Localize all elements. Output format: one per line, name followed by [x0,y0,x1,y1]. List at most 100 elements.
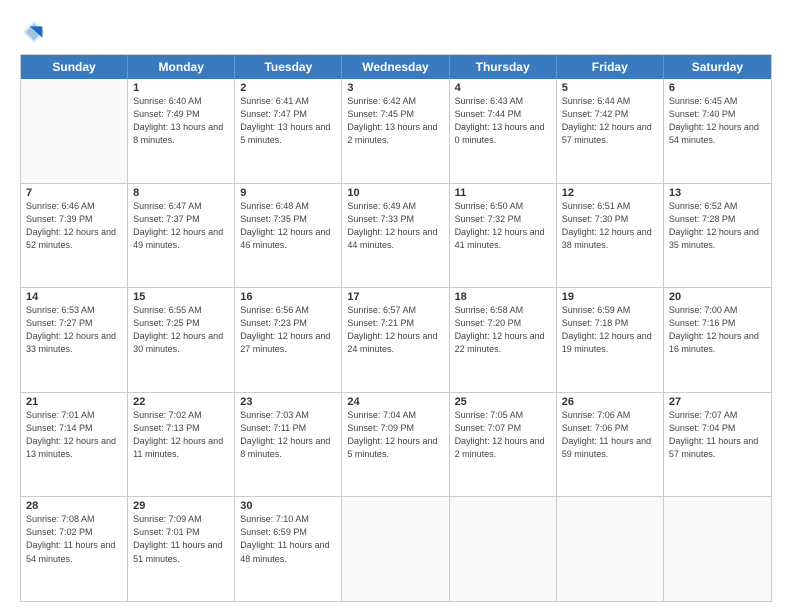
day-number: 19 [562,291,658,303]
day-number: 27 [669,396,766,408]
sun-info: Sunrise: 6:51 AMSunset: 7:30 PMDaylight:… [562,200,658,252]
day-number: 1 [133,82,229,94]
calendar-day-empty [21,79,128,183]
day-number: 9 [240,187,336,199]
calendar-day-empty [557,497,664,601]
day-number: 20 [669,291,766,303]
sun-info: Sunrise: 6:41 AMSunset: 7:47 PMDaylight:… [240,95,336,147]
day-number: 14 [26,291,122,303]
calendar-day-27: 27Sunrise: 7:07 AMSunset: 7:04 PMDayligh… [664,393,771,497]
day-number: 16 [240,291,336,303]
sun-info: Sunrise: 7:09 AMSunset: 7:01 PMDaylight:… [133,513,229,565]
calendar-day-empty [342,497,449,601]
sun-info: Sunrise: 6:45 AMSunset: 7:40 PMDaylight:… [669,95,766,147]
logo-icon [20,18,48,46]
calendar-header: SundayMondayTuesdayWednesdayThursdayFrid… [21,55,771,79]
day-number: 12 [562,187,658,199]
day-number: 25 [455,396,551,408]
header-day-tuesday: Tuesday [235,55,342,79]
calendar-day-4: 4Sunrise: 6:43 AMSunset: 7:44 PMDaylight… [450,79,557,183]
calendar-day-23: 23Sunrise: 7:03 AMSunset: 7:11 PMDayligh… [235,393,342,497]
calendar-day-16: 16Sunrise: 6:56 AMSunset: 7:23 PMDayligh… [235,288,342,392]
sun-info: Sunrise: 6:57 AMSunset: 7:21 PMDaylight:… [347,304,443,356]
calendar-day-18: 18Sunrise: 6:58 AMSunset: 7:20 PMDayligh… [450,288,557,392]
calendar-day-9: 9Sunrise: 6:48 AMSunset: 7:35 PMDaylight… [235,184,342,288]
day-number: 2 [240,82,336,94]
day-number: 30 [240,500,336,512]
day-number: 3 [347,82,443,94]
day-number: 17 [347,291,443,303]
calendar-day-7: 7Sunrise: 6:46 AMSunset: 7:39 PMDaylight… [21,184,128,288]
header-day-saturday: Saturday [664,55,771,79]
calendar-day-1: 1Sunrise: 6:40 AMSunset: 7:49 PMDaylight… [128,79,235,183]
sun-info: Sunrise: 7:10 AMSunset: 6:59 PMDaylight:… [240,513,336,565]
calendar-day-29: 29Sunrise: 7:09 AMSunset: 7:01 PMDayligh… [128,497,235,601]
calendar-day-empty [450,497,557,601]
header [20,18,772,46]
day-number: 6 [669,82,766,94]
sun-info: Sunrise: 7:07 AMSunset: 7:04 PMDaylight:… [669,409,766,461]
day-number: 29 [133,500,229,512]
calendar-day-5: 5Sunrise: 6:44 AMSunset: 7:42 PMDaylight… [557,79,664,183]
header-day-thursday: Thursday [450,55,557,79]
sun-info: Sunrise: 6:58 AMSunset: 7:20 PMDaylight:… [455,304,551,356]
calendar-day-13: 13Sunrise: 6:52 AMSunset: 7:28 PMDayligh… [664,184,771,288]
sun-info: Sunrise: 6:55 AMSunset: 7:25 PMDaylight:… [133,304,229,356]
calendar-day-2: 2Sunrise: 6:41 AMSunset: 7:47 PMDaylight… [235,79,342,183]
header-day-friday: Friday [557,55,664,79]
day-number: 4 [455,82,551,94]
calendar: SundayMondayTuesdayWednesdayThursdayFrid… [20,54,772,602]
calendar-day-22: 22Sunrise: 7:02 AMSunset: 7:13 PMDayligh… [128,393,235,497]
day-number: 26 [562,396,658,408]
calendar-day-17: 17Sunrise: 6:57 AMSunset: 7:21 PMDayligh… [342,288,449,392]
calendar-day-15: 15Sunrise: 6:55 AMSunset: 7:25 PMDayligh… [128,288,235,392]
day-number: 5 [562,82,658,94]
calendar-week-2: 7Sunrise: 6:46 AMSunset: 7:39 PMDaylight… [21,183,771,288]
calendar-day-20: 20Sunrise: 7:00 AMSunset: 7:16 PMDayligh… [664,288,771,392]
calendar-day-8: 8Sunrise: 6:47 AMSunset: 7:37 PMDaylight… [128,184,235,288]
day-number: 13 [669,187,766,199]
calendar-day-11: 11Sunrise: 6:50 AMSunset: 7:32 PMDayligh… [450,184,557,288]
day-number: 24 [347,396,443,408]
day-number: 22 [133,396,229,408]
day-number: 11 [455,187,551,199]
calendar-day-empty [664,497,771,601]
header-day-sunday: Sunday [21,55,128,79]
header-day-monday: Monday [128,55,235,79]
sun-info: Sunrise: 6:59 AMSunset: 7:18 PMDaylight:… [562,304,658,356]
sun-info: Sunrise: 6:56 AMSunset: 7:23 PMDaylight:… [240,304,336,356]
sun-info: Sunrise: 7:08 AMSunset: 7:02 PMDaylight:… [26,513,122,565]
sun-info: Sunrise: 7:00 AMSunset: 7:16 PMDaylight:… [669,304,766,356]
sun-info: Sunrise: 7:02 AMSunset: 7:13 PMDaylight:… [133,409,229,461]
calendar-day-25: 25Sunrise: 7:05 AMSunset: 7:07 PMDayligh… [450,393,557,497]
sun-info: Sunrise: 6:40 AMSunset: 7:49 PMDaylight:… [133,95,229,147]
sun-info: Sunrise: 6:53 AMSunset: 7:27 PMDaylight:… [26,304,122,356]
sun-info: Sunrise: 7:04 AMSunset: 7:09 PMDaylight:… [347,409,443,461]
calendar-day-6: 6Sunrise: 6:45 AMSunset: 7:40 PMDaylight… [664,79,771,183]
calendar-day-10: 10Sunrise: 6:49 AMSunset: 7:33 PMDayligh… [342,184,449,288]
day-number: 8 [133,187,229,199]
sun-info: Sunrise: 6:44 AMSunset: 7:42 PMDaylight:… [562,95,658,147]
day-number: 21 [26,396,122,408]
calendar-week-1: 1Sunrise: 6:40 AMSunset: 7:49 PMDaylight… [21,79,771,183]
sun-info: Sunrise: 6:52 AMSunset: 7:28 PMDaylight:… [669,200,766,252]
sun-info: Sunrise: 6:43 AMSunset: 7:44 PMDaylight:… [455,95,551,147]
sun-info: Sunrise: 7:05 AMSunset: 7:07 PMDaylight:… [455,409,551,461]
calendar-day-3: 3Sunrise: 6:42 AMSunset: 7:45 PMDaylight… [342,79,449,183]
day-number: 23 [240,396,336,408]
sun-info: Sunrise: 6:42 AMSunset: 7:45 PMDaylight:… [347,95,443,147]
calendar-day-21: 21Sunrise: 7:01 AMSunset: 7:14 PMDayligh… [21,393,128,497]
calendar-day-30: 30Sunrise: 7:10 AMSunset: 6:59 PMDayligh… [235,497,342,601]
day-number: 15 [133,291,229,303]
calendar-day-12: 12Sunrise: 6:51 AMSunset: 7:30 PMDayligh… [557,184,664,288]
sun-info: Sunrise: 6:48 AMSunset: 7:35 PMDaylight:… [240,200,336,252]
calendar-day-24: 24Sunrise: 7:04 AMSunset: 7:09 PMDayligh… [342,393,449,497]
day-number: 7 [26,187,122,199]
header-day-wednesday: Wednesday [342,55,449,79]
calendar-week-4: 21Sunrise: 7:01 AMSunset: 7:14 PMDayligh… [21,392,771,497]
sun-info: Sunrise: 6:49 AMSunset: 7:33 PMDaylight:… [347,200,443,252]
day-number: 28 [26,500,122,512]
calendar-day-28: 28Sunrise: 7:08 AMSunset: 7:02 PMDayligh… [21,497,128,601]
calendar-week-5: 28Sunrise: 7:08 AMSunset: 7:02 PMDayligh… [21,496,771,601]
logo-area [20,18,52,46]
